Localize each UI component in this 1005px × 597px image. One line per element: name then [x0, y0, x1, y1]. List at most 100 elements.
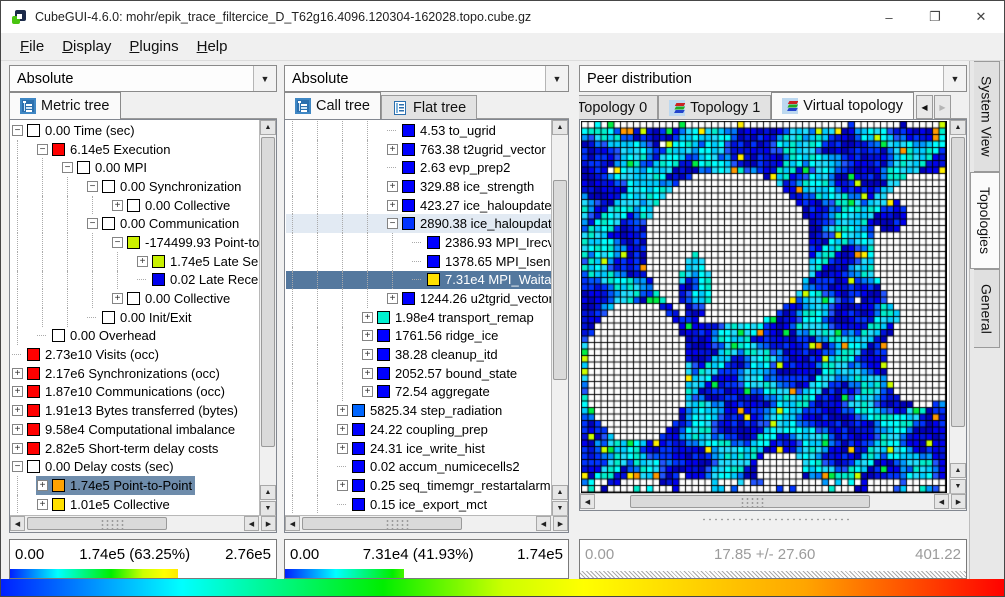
expand-icon[interactable]: +: [337, 424, 348, 435]
call-tree-row[interactable]: +72.54 aggregate: [286, 383, 552, 402]
expand-icon[interactable]: +: [137, 256, 148, 267]
collapse-icon[interactable]: −: [37, 144, 48, 155]
expand-icon[interactable]: +: [12, 386, 23, 397]
expand-icon[interactable]: +: [12, 424, 23, 435]
call-tree-row[interactable]: 0.15 ice_export_mct: [286, 495, 552, 514]
metric-tree-row[interactable]: +1.87e10 Communications (occ): [11, 383, 260, 402]
metric-value-mode-dropdown[interactable]: Absolute ▼: [9, 65, 277, 92]
metric-tree-row[interactable]: 0.00 Overhead: [11, 327, 260, 346]
topology-horizontal-scrollbar[interactable]: ◀ ◀ ▶: [580, 493, 966, 510]
call-vertical-scrollbar[interactable]: ▲ ▲ ▼: [551, 120, 568, 516]
expand-icon[interactable]: +: [362, 349, 373, 360]
scroll-left-icon[interactable]: ◀: [10, 516, 25, 531]
scroll-right-icon[interactable]: ▶: [553, 516, 568, 531]
call-tree-row[interactable]: −2890.38 ice_haloupdate: [286, 214, 552, 233]
metric-tree-row[interactable]: 2.73e10 Visits (occ): [11, 345, 260, 364]
metric-horizontal-scrollbar[interactable]: ◀ ◀ ▶: [10, 515, 276, 532]
metric-vertical-scrollbar[interactable]: ▲ ▲ ▼: [259, 120, 276, 516]
collapse-icon[interactable]: −: [12, 461, 23, 472]
scroll-left-icon[interactable]: ◀: [536, 516, 551, 531]
expand-icon[interactable]: +: [37, 499, 48, 510]
side-tab-topologies[interactable]: Topologies: [970, 172, 1000, 269]
expand-icon[interactable]: +: [387, 200, 398, 211]
collapse-icon[interactable]: −: [112, 237, 123, 248]
call-tree-row[interactable]: 1378.65 MPI_Isend: [286, 252, 552, 271]
tab-flat-tree[interactable]: Flat tree: [381, 95, 477, 119]
expand-icon[interactable]: +: [12, 368, 23, 379]
metric-tree-row[interactable]: +1.91e13 Bytes transferred (bytes): [11, 401, 260, 420]
metric-tree-row[interactable]: −0.00 Synchronization: [11, 177, 260, 196]
scroll-up-icon[interactable]: ▲: [950, 120, 966, 135]
scroll-right-icon[interactable]: ▶: [261, 516, 276, 531]
metric-tree-row[interactable]: +1.74e5 Late Sender: [11, 252, 260, 271]
expand-icon[interactable]: +: [337, 405, 348, 416]
side-tab-general[interactable]: General: [974, 269, 1000, 349]
menu-display[interactable]: Display: [53, 35, 120, 58]
expand-icon[interactable]: +: [362, 330, 373, 341]
scroll-right-icon[interactable]: ▶: [951, 494, 966, 509]
menu-plugins[interactable]: Plugins: [120, 35, 187, 58]
expand-icon[interactable]: +: [387, 144, 398, 155]
call-tree-row[interactable]: 2.63 evp_prep2: [286, 158, 552, 177]
metric-tree-row[interactable]: +1.74e5 Point-to-Point: [11, 476, 260, 495]
tab-topology-0[interactable]: Topology 0: [579, 95, 658, 119]
expand-icon[interactable]: +: [112, 200, 123, 211]
call-tree-row[interactable]: +329.88 ice_strength: [286, 177, 552, 196]
call-tree-row[interactable]: +2052.57 bound_state: [286, 364, 552, 383]
tab-scroll-right-icon[interactable]: ▶: [934, 95, 951, 119]
scroll-up-icon[interactable]: ▲: [552, 120, 568, 135]
call-tree-row[interactable]: +1244.26 u2tgrid_vector: [286, 289, 552, 308]
metric-tree-row[interactable]: −0.00 Communication: [11, 214, 260, 233]
call-tree-row[interactable]: +423.27 ice_haloupdate: [286, 196, 552, 215]
tab-virtual-topology[interactable]: Virtual topology: [771, 92, 914, 119]
side-tab-system-view[interactable]: System View: [974, 61, 1000, 172]
expand-icon[interactable]: +: [362, 386, 373, 397]
collapse-icon[interactable]: −: [87, 218, 98, 229]
metric-tree-row[interactable]: +0.00 Collective: [11, 289, 260, 308]
expand-icon[interactable]: +: [387, 293, 398, 304]
scroll-up-icon[interactable]: ▲: [552, 485, 568, 500]
expand-icon[interactable]: +: [362, 368, 373, 379]
metric-tree-row[interactable]: −0.00 Time (sec): [11, 121, 260, 140]
maximize-button[interactable]: ❐: [912, 1, 958, 33]
expand-icon[interactable]: +: [12, 443, 23, 454]
scroll-left-icon[interactable]: ◀: [285, 516, 300, 531]
call-tree-row[interactable]: +1761.56 ridge_ice: [286, 327, 552, 346]
scroll-left-icon[interactable]: ◀: [244, 516, 259, 531]
call-value-mode-dropdown[interactable]: Absolute ▼: [284, 65, 569, 92]
expand-icon[interactable]: +: [337, 443, 348, 454]
tab-call-tree[interactable]: Call tree: [284, 92, 381, 119]
scroll-down-icon[interactable]: ▼: [950, 479, 966, 494]
scroll-up-icon[interactable]: ▲: [260, 485, 276, 500]
scroll-down-icon[interactable]: ▼: [552, 501, 568, 516]
call-tree-row[interactable]: +763.38 t2ugrid_vector: [286, 140, 552, 159]
metric-tree-row[interactable]: +2.82e5 Short-term delay costs: [11, 439, 260, 458]
collapse-icon[interactable]: −: [62, 162, 73, 173]
call-tree-row[interactable]: +5825.34 step_radiation: [286, 401, 552, 420]
scroll-left-icon[interactable]: ◀: [580, 494, 595, 509]
call-tree-row[interactable]: +24.31 ice_write_hist: [286, 439, 552, 458]
scroll-left-icon[interactable]: ◀: [934, 494, 949, 509]
metric-tree-row[interactable]: +1.01e5 Collective: [11, 495, 260, 514]
menu-file[interactable]: File: [11, 35, 53, 58]
metric-tree-row[interactable]: +9.58e4 Computational imbalance: [11, 420, 260, 439]
tab-metric-tree[interactable]: Metric tree: [9, 92, 121, 119]
metric-tree-row[interactable]: −0.00 Delay costs (sec): [11, 457, 260, 476]
collapse-icon[interactable]: −: [12, 125, 23, 136]
metric-tree-row[interactable]: −6.14e5 Execution: [11, 140, 260, 159]
minimize-button[interactable]: –: [866, 1, 912, 33]
metric-tree-row[interactable]: 0.00 Init/Exit: [11, 308, 260, 327]
call-tree-row[interactable]: +0.25 seq_timemgr_restartalarmison: [286, 476, 552, 495]
call-tree-row[interactable]: 4.53 to_ugrid: [286, 121, 552, 140]
tab-topology-1[interactable]: Topology 1: [658, 95, 771, 119]
splitter-handle[interactable]: [701, 517, 851, 522]
call-tree-row[interactable]: +24.22 coupling_prep: [286, 420, 552, 439]
metric-tree-row[interactable]: +2.17e6 Synchronizations (occ): [11, 364, 260, 383]
expand-icon[interactable]: +: [387, 181, 398, 192]
scroll-down-icon[interactable]: ▼: [260, 501, 276, 516]
system-value-mode-dropdown[interactable]: Peer distribution ▼: [579, 65, 967, 92]
metric-tree-row[interactable]: 0.02 Late Receiver: [11, 271, 260, 290]
scroll-up-icon[interactable]: ▲: [260, 120, 276, 135]
expand-icon[interactable]: +: [112, 293, 123, 304]
expand-icon[interactable]: +: [337, 480, 348, 491]
